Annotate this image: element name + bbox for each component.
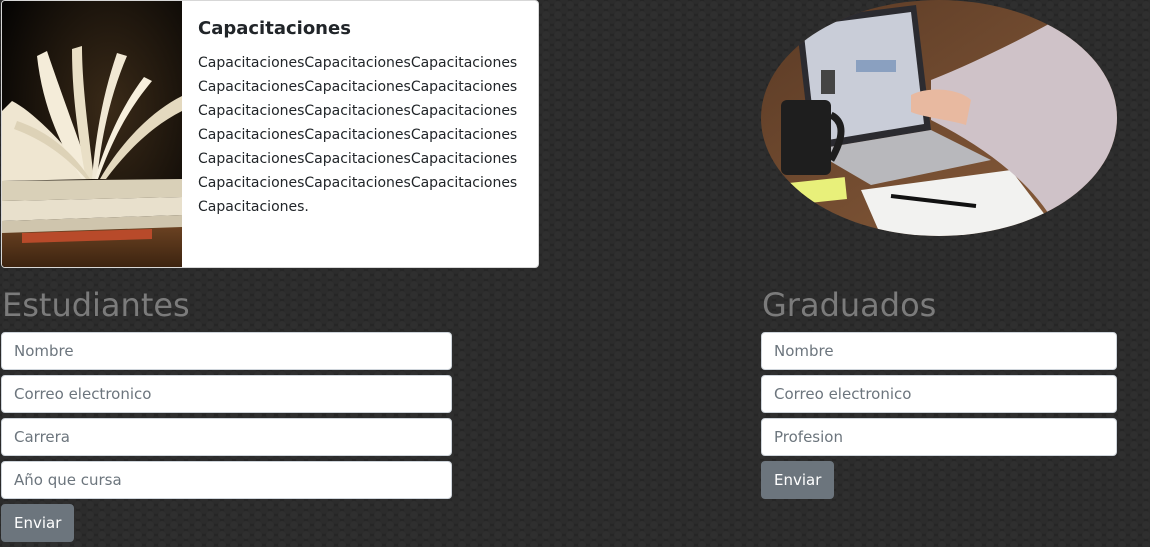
graduates-name-input[interactable] bbox=[761, 332, 1117, 370]
students-career-input[interactable] bbox=[1, 418, 452, 456]
students-name-input[interactable] bbox=[1, 332, 452, 370]
training-card-text: CapacitacionesCapacitacionesCapacitacion… bbox=[198, 55, 518, 215]
students-submit-button[interactable]: Enviar bbox=[1, 504, 75, 542]
students-heading: Estudiantes bbox=[2, 286, 190, 324]
training-card-body: Capacitaciones CapacitacionesCapacitacio… bbox=[198, 17, 526, 219]
graduates-submit-button[interactable]: Enviar bbox=[761, 461, 835, 499]
graduates-profession-input[interactable] bbox=[761, 418, 1117, 456]
students-email-input[interactable] bbox=[1, 375, 452, 413]
books-image bbox=[2, 1, 182, 267]
graduates-email-input[interactable] bbox=[761, 375, 1117, 413]
training-card: Capacitaciones CapacitacionesCapacitacio… bbox=[1, 0, 539, 268]
graduates-heading: Graduados bbox=[762, 286, 937, 324]
students-year-input[interactable] bbox=[1, 461, 452, 499]
laptop-workspace-image bbox=[761, 0, 1117, 236]
training-card-title: Capacitaciones bbox=[198, 18, 351, 39]
